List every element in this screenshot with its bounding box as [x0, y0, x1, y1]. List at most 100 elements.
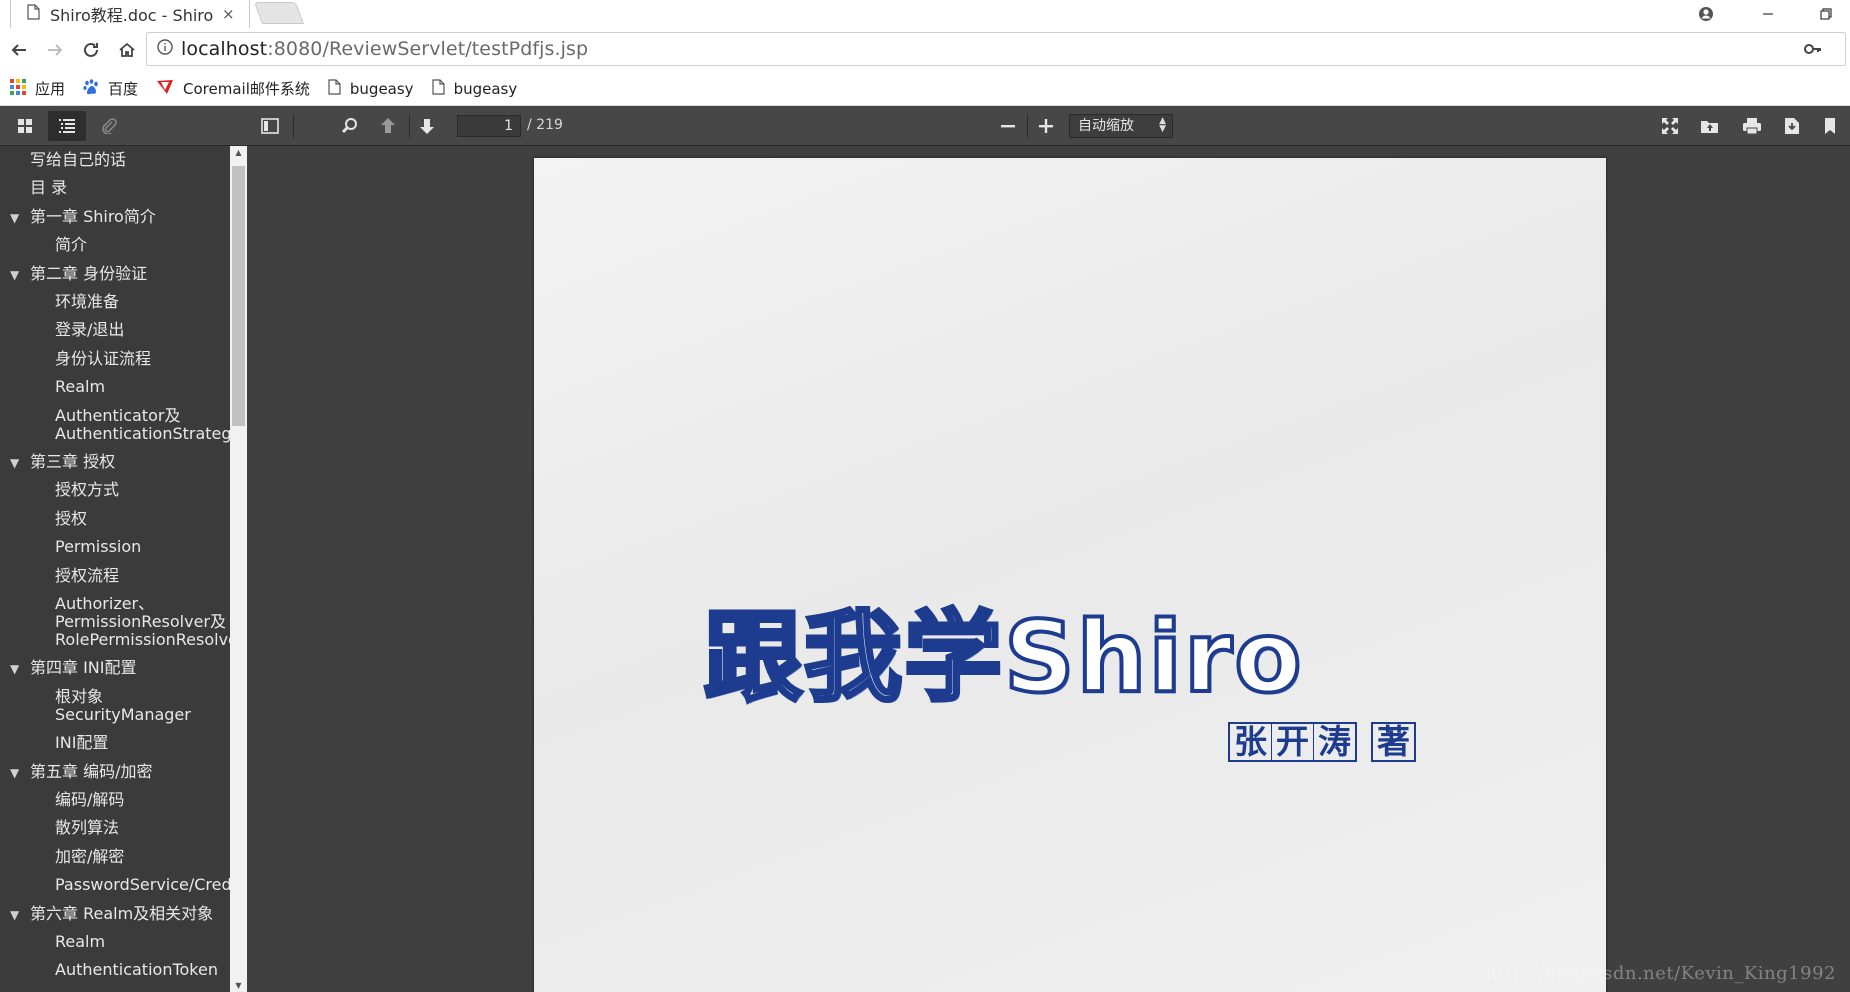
forward-icon[interactable]: [38, 33, 72, 67]
browser-navbar: localhost:8080/ReviewServlet/testPdfjs.j…: [0, 28, 1850, 72]
home-icon[interactable]: [110, 33, 144, 67]
bookmark-label: 百度: [108, 80, 139, 98]
url-text: localhost:8080/ReviewServlet/testPdfjs.j…: [181, 38, 588, 60]
close-tab-icon[interactable]: ×: [222, 5, 235, 23]
scrollbar-thumb[interactable]: [232, 166, 245, 426]
bookmark-coremail[interactable]: Coremail邮件系统: [156, 78, 310, 99]
outline-item[interactable]: 授权流程: [0, 566, 226, 585]
open-file-button[interactable]: [1693, 111, 1727, 141]
outline-toggle-icon[interactable]: ▼: [10, 660, 19, 678]
outline-item[interactable]: 简介: [0, 236, 226, 254]
attachments-button[interactable]: [90, 111, 128, 141]
open-folder-icon: [1701, 121, 1718, 133]
outline-item-label: 身份认证流程: [55, 348, 152, 368]
new-tab-button[interactable]: [253, 2, 305, 24]
bookmark-apps[interactable]: 应用: [10, 78, 65, 99]
outline-item-label: 第六章 Realm及相关对象: [30, 903, 214, 923]
outline-item[interactable]: 写给自己的话: [0, 151, 226, 169]
outline-toggle-icon[interactable]: ▼: [10, 454, 19, 472]
outline-item[interactable]: 登录/退出: [0, 321, 226, 339]
apps-grid-icon: [10, 78, 26, 99]
zoom-out-button[interactable]: [991, 111, 1025, 141]
key-icon[interactable]: [1803, 39, 1823, 63]
scroll-down-icon[interactable]: ▼: [234, 981, 243, 990]
outline-item[interactable]: PasswordService/Credentials: [0, 876, 247, 894]
outline-item[interactable]: Authorizer、 PermissionResolver及 RolePerm…: [0, 595, 244, 649]
outline-item[interactable]: ▼ 第三章 授权: [0, 453, 226, 471]
toggle-sidebar-button[interactable]: [253, 111, 287, 141]
outline-item[interactable]: Permission: [0, 538, 226, 556]
outline-item[interactable]: Authenticator及 AuthenticationStrategy: [0, 406, 241, 443]
outline-toggle-icon[interactable]: ▼: [10, 764, 19, 782]
outline-item[interactable]: Realm: [0, 933, 226, 951]
find-button[interactable]: [333, 111, 367, 141]
outline-sidebar: 写给自己的话目 录 ▼ 第一章 Shiro简介简介 ▼ 第二章 身份验证 环境准备登录/退…: [0, 146, 247, 992]
minimize-icon[interactable]: [1748, 0, 1788, 28]
bookmark-label: Coremail邮件系统: [183, 80, 310, 98]
sidebar-toolbar: [0, 106, 247, 146]
outline-item[interactable]: 编码/解码: [0, 791, 226, 809]
pdf-page[interactable]: 跟我学Shiro 张 开 涛 著: [534, 158, 1606, 992]
reload-icon[interactable]: [74, 33, 108, 67]
outline-item[interactable]: ▼ 第一章 Shiro简介: [0, 207, 226, 227]
scroll-up-icon[interactable]: ▲: [234, 148, 243, 157]
outline-toggle-icon[interactable]: ▼: [10, 266, 19, 284]
presentation-mode-button[interactable]: [1653, 111, 1687, 141]
outline-item[interactable]: ▼ 第六章 Realm及相关对象: [0, 903, 226, 924]
zoom-in-button[interactable]: [1029, 111, 1063, 141]
outline-item-label: 简介: [55, 235, 88, 255]
paperclip-icon: [102, 117, 117, 134]
print-button[interactable]: [1735, 111, 1769, 141]
watermark: http://blog.csdn.net/Kevin_King1992: [1485, 963, 1836, 984]
outline-item[interactable]: ▼ 第四章 INI配置: [0, 659, 226, 677]
info-icon[interactable]: [157, 39, 173, 59]
outline-item[interactable]: 环境准备: [0, 293, 226, 311]
outline-item[interactable]: Realm: [0, 378, 226, 396]
outline-item[interactable]: AuthenticationToken: [0, 961, 226, 979]
outline-item[interactable]: INI配置: [0, 734, 226, 752]
next-page-button[interactable]: [410, 111, 444, 141]
outline-item[interactable]: ▼ 第二章 身份验证: [0, 264, 226, 284]
bookmark-baidu[interactable]: 百度: [83, 78, 138, 99]
outline-item-label: Permission: [55, 537, 142, 557]
previous-page-button[interactable]: [371, 111, 405, 141]
pdf-viewer[interactable]: 跟我学Shiro 张 开 涛 著 http://blog.csdn.net/Ke…: [247, 146, 1850, 992]
outline-item[interactable]: 身份认证流程: [0, 348, 226, 368]
bookmark-bugeasy-2[interactable]: bugeasy: [431, 78, 518, 99]
outline-item-label: 第五章 编码/加密: [30, 761, 153, 781]
outline-item-label: Realm: [55, 377, 106, 397]
outline-item[interactable]: 散列算法: [0, 819, 226, 837]
author-name-box: 张 开 涛: [1228, 722, 1357, 762]
toolbar-divider: [293, 114, 294, 138]
bookmark-bugeasy-1[interactable]: bugeasy: [328, 78, 414, 99]
outline-item[interactable]: 授权: [0, 508, 226, 528]
outline-item-label: Authorizer、 PermissionResolver及 RolePerm…: [55, 594, 245, 649]
sidebar-scrollbar[interactable]: ▲ ▼: [230, 146, 247, 992]
download-button[interactable]: [1775, 111, 1809, 141]
author-char: 开: [1272, 724, 1314, 760]
outline-item-label: 授权: [55, 508, 88, 528]
outline-toggle-icon[interactable]: ▼: [10, 906, 19, 924]
outline-item[interactable]: ▼ 第五章 编码/加密: [0, 761, 226, 782]
bookmark-view-button[interactable]: [1813, 111, 1847, 141]
browser-tab[interactable]: Shiro教程.doc - Shiro.p ×: [10, 0, 250, 28]
profile-icon[interactable]: [1686, 0, 1726, 28]
restore-window-icon[interactable]: [1806, 0, 1846, 28]
outline-item-label: 登录/退出: [55, 320, 125, 340]
back-icon[interactable]: [2, 33, 36, 67]
bookmark-label: bugeasy: [453, 79, 518, 98]
address-bar[interactable]: localhost:8080/ReviewServlet/testPdfjs.j…: [146, 32, 1846, 66]
outline-item-label: 根对象 SecurityManager: [55, 686, 191, 724]
outline-toggle-icon[interactable]: ▼: [10, 209, 19, 227]
bookmark-icon: [1825, 118, 1835, 134]
outline-button[interactable]: [48, 110, 86, 141]
zoom-select[interactable]: 自动缩放 ▲ ▼: [1069, 114, 1173, 138]
outline-item[interactable]: 加密/解密: [0, 847, 226, 866]
outline-item[interactable]: 目 录: [0, 179, 226, 197]
outline-item[interactable]: 授权方式: [0, 481, 226, 499]
outline-item[interactable]: 根对象 SecurityManager: [0, 686, 226, 724]
url-path: :8080/ReviewServlet/testPdfjs.jsp: [267, 38, 589, 60]
page-number-input[interactable]: 1: [457, 115, 521, 137]
coremail-icon: [156, 79, 174, 99]
thumbnails-button[interactable]: [6, 111, 44, 141]
